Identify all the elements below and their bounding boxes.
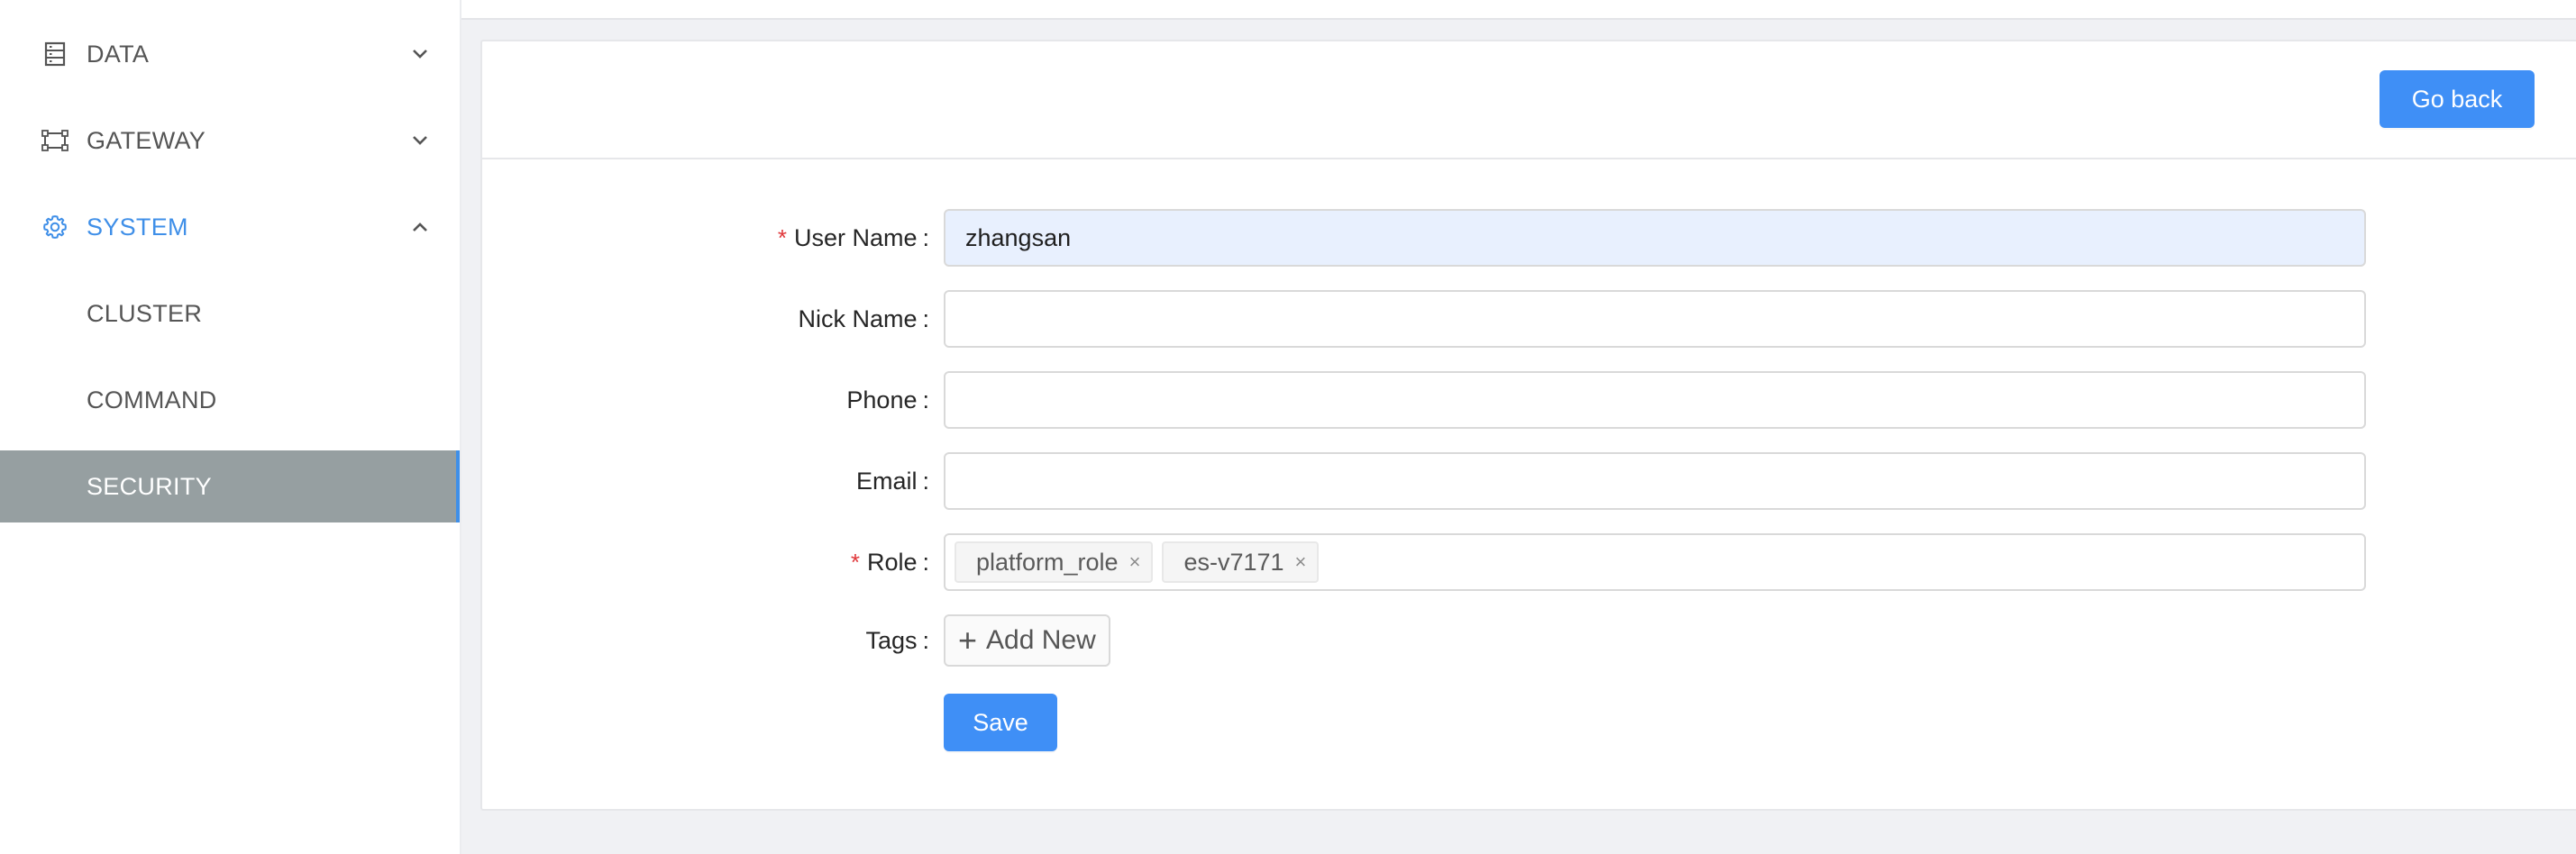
- role-label: * Role :: [851, 533, 929, 591]
- role-tag: platform_role ×: [955, 541, 1154, 583]
- required-mark: *: [777, 223, 787, 251]
- role-select[interactable]: platform_role × es-v7171 ×: [944, 533, 2366, 591]
- add-tag-button[interactable]: + Add New: [944, 614, 1110, 667]
- chevron-down-icon: [407, 41, 433, 67]
- sidebar: DATA GATEWAY SYSTEM CLUSTER COMMAND SECU…: [0, 0, 461, 854]
- form-row-username: * User Name :: [482, 209, 2576, 267]
- label-colon: :: [922, 304, 929, 332]
- database-icon: [41, 41, 69, 68]
- sidebar-item-label: SECURITY: [87, 472, 212, 500]
- username-label: * User Name :: [778, 209, 929, 267]
- label-colon: :: [922, 467, 929, 495]
- gateway-icon: [41, 127, 69, 154]
- phone-input[interactable]: [944, 371, 2366, 429]
- sidebar-item-gateway[interactable]: GATEWAY: [0, 104, 460, 177]
- form-row-phone: Phone :: [482, 371, 2576, 429]
- plus-icon: +: [958, 622, 978, 659]
- sidebar-item-system[interactable]: SYSTEM: [0, 191, 460, 263]
- sidebar-item-label: SYSTEM: [87, 213, 188, 241]
- gear-icon: [41, 214, 69, 241]
- email-label: Email :: [856, 452, 929, 510]
- label-colon: :: [922, 223, 929, 251]
- close-icon[interactable]: ×: [1295, 550, 1307, 574]
- add-tag-label: Add New: [986, 625, 1096, 655]
- nickname-label: Nick Name :: [798, 290, 929, 348]
- chevron-up-icon: [407, 214, 433, 240]
- email-input[interactable]: [944, 452, 2366, 510]
- required-mark: *: [850, 548, 860, 576]
- label-text: User Name: [793, 223, 918, 251]
- top-bar: [461, 0, 2576, 20]
- sidebar-item-label: COMMAND: [87, 386, 217, 413]
- form-row-actions: Save: [482, 694, 2576, 751]
- sidebar-item-security[interactable]: SECURITY: [0, 450, 460, 522]
- sidebar-item-label: CLUSTER: [87, 299, 203, 327]
- sidebar-item-label: GATEWAY: [87, 126, 206, 154]
- phone-label: Phone :: [846, 371, 929, 429]
- tags-label: Tags :: [865, 614, 929, 667]
- form-row-email: Email :: [482, 452, 2576, 510]
- label-colon: :: [922, 386, 929, 413]
- sidebar-item-command[interactable]: COMMAND: [0, 364, 460, 436]
- nickname-input[interactable]: [944, 290, 2366, 348]
- go-back-button[interactable]: Go back: [2380, 70, 2535, 128]
- label-colon: :: [922, 548, 929, 576]
- role-tag: es-v7171 ×: [1162, 541, 1320, 583]
- label-colon: :: [922, 626, 929, 654]
- save-button[interactable]: Save: [944, 694, 1057, 751]
- chevron-down-icon: [407, 128, 433, 153]
- form-row-tags: Tags : + Add New: [482, 614, 2576, 672]
- label-text: Phone: [846, 386, 918, 413]
- form-row-nickname: Nick Name :: [482, 290, 2576, 348]
- label-text: Tags: [865, 626, 918, 654]
- sidebar-item-data[interactable]: DATA: [0, 18, 460, 90]
- role-tag-label: platform_role: [976, 548, 1119, 576]
- role-tag-label: es-v7171: [1183, 548, 1284, 576]
- label-text: Role: [866, 548, 918, 576]
- username-input[interactable]: [944, 209, 2366, 267]
- label-text: Email: [855, 467, 918, 495]
- label-text: Nick Name: [798, 304, 918, 332]
- sidebar-item-label: DATA: [87, 40, 150, 68]
- card-header: Go back: [482, 41, 2576, 159]
- sidebar-item-cluster[interactable]: CLUSTER: [0, 277, 460, 350]
- form-row-role: * Role : platform_role × es-v7171 ×: [482, 533, 2576, 591]
- close-icon[interactable]: ×: [1129, 550, 1141, 574]
- user-edit-card: Go back * User Name : Nick Name : Phone …: [480, 40, 2576, 811]
